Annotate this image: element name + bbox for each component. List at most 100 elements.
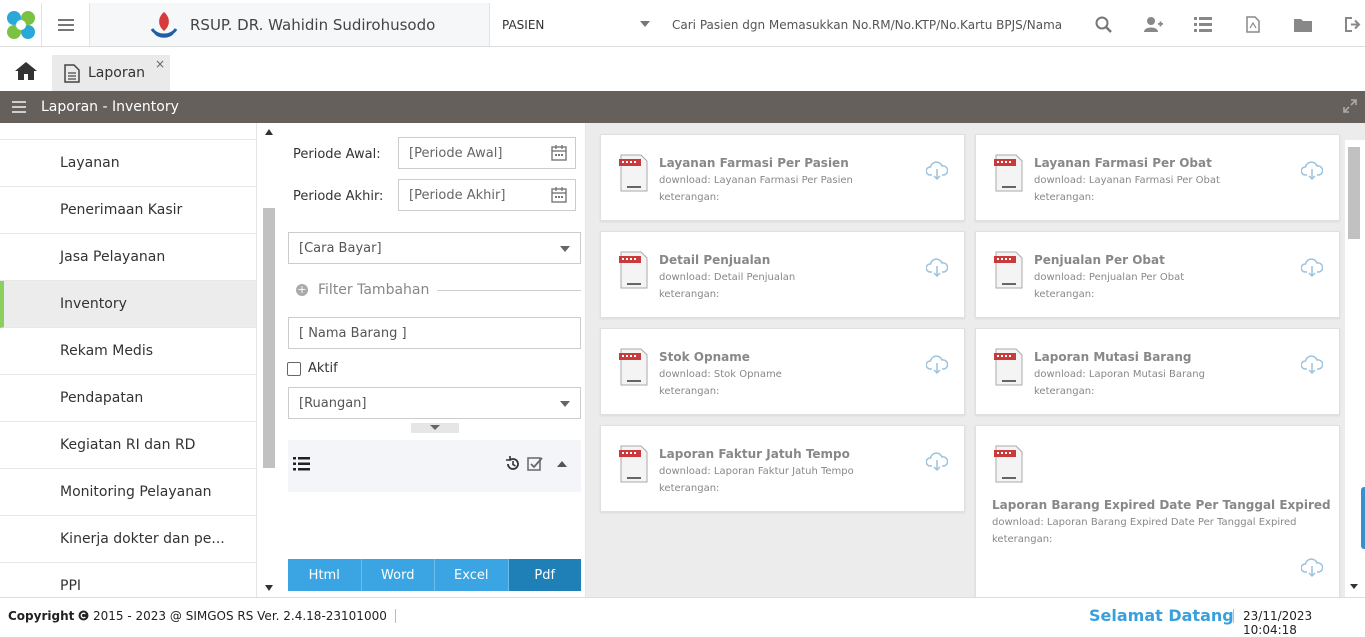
check-square-icon[interactable] [527, 456, 543, 472]
calendar-icon[interactable] [551, 145, 567, 161]
collapse-filter-toggle[interactable] [411, 423, 459, 433]
tab-laporan[interactable]: Laporan × [52, 55, 170, 91]
report-card[interactable]: Stok Opname download: Stok Opname ketera… [600, 328, 965, 415]
periode-awal-field[interactable]: [Periode Awal] [398, 137, 576, 169]
aktif-checkbox-row[interactable]: Aktif [287, 361, 338, 376]
export-pdf-button[interactable]: Pdf [508, 559, 581, 591]
export-html-button[interactable]: Html [288, 559, 362, 591]
calendar-icon[interactable] [551, 187, 567, 203]
report-card[interactable]: Penjualan Per Obat download: Penjualan P… [975, 231, 1340, 318]
report-card[interactable]: Laporan Mutasi Barang download: Laporan … [975, 328, 1340, 415]
report-doc-icon [994, 445, 1023, 483]
ruangan-select[interactable]: [Ruangan] [288, 387, 581, 419]
periode-akhir-placeholder: [Periode Akhir] [409, 187, 506, 203]
periode-akhir-field[interactable]: [Periode Akhir] [398, 179, 576, 211]
aktif-checkbox[interactable] [287, 361, 301, 376]
search-button[interactable] [1078, 16, 1128, 33]
cara-bayar-select[interactable]: [Cara Bayar] [288, 232, 581, 264]
scroll-down-icon[interactable] [1350, 584, 1358, 589]
close-icon[interactable]: × [155, 57, 165, 71]
filter-tambahan-toggle[interactable]: + Filter Tambahan [296, 280, 581, 300]
sidebar-item-ppi[interactable]: PPI [0, 563, 256, 597]
hamburger-icon [57, 18, 74, 31]
sidebar-item-jasa-pelayanan[interactable]: Jasa Pelayanan [0, 234, 256, 281]
home-button[interactable] [14, 61, 38, 85]
report-card[interactable]: Laporan Faktur Jatuh Tempo download: Lap… [600, 425, 965, 512]
chevron-down-icon [640, 21, 650, 27]
sidebar-scrollbar[interactable] [257, 123, 281, 597]
ruangan-value: [Ruangan] [299, 395, 367, 411]
report-doc-icon [994, 154, 1023, 192]
logout-icon [1344, 17, 1360, 32]
add-patient-button[interactable] [1128, 16, 1178, 33]
cloud-download-icon[interactable] [926, 258, 948, 278]
report-download-text: download: Laporan Mutasi Barang [1034, 369, 1205, 380]
logout-button[interactable] [1328, 17, 1365, 32]
cloud-download-icon[interactable] [926, 355, 948, 375]
report-card[interactable]: Layanan Farmasi Per Pasien download: Lay… [600, 134, 965, 221]
cloud-download-icon[interactable] [1301, 258, 1323, 278]
side-edge-tab[interactable] [1361, 487, 1365, 549]
chevron-up-icon[interactable] [557, 461, 567, 467]
report-note: keterangan: [1034, 386, 1095, 397]
history-icon[interactable] [505, 456, 521, 472]
pdf-button[interactable] [1228, 16, 1278, 33]
list-view-button[interactable] [293, 456, 310, 475]
scrollbar-thumb[interactable] [263, 208, 275, 468]
page-title: Laporan - Inventory [41, 99, 179, 115]
sidebar-item-layanan[interactable]: Layanan [0, 140, 256, 187]
expand-button[interactable] [1343, 99, 1357, 117]
report-title: Laporan Faktur Jatuh Tempo [659, 447, 850, 461]
app-logo-icon [6, 10, 35, 39]
sidebar-item-penerimaan-kasir[interactable]: Penerimaan Kasir [0, 187, 256, 234]
sidebar-item-rekam-medis[interactable]: Rekam Medis [0, 328, 256, 375]
sidebar-item-kegiatan-ri-rd[interactable]: Kegiatan RI dan RD [0, 422, 256, 469]
cloud-download-icon[interactable] [1301, 161, 1323, 181]
app-logo[interactable] [0, 3, 42, 46]
report-title: Laporan Barang Expired Date Per Tanggal … [992, 498, 1331, 512]
cloud-download-icon[interactable] [1301, 558, 1323, 578]
cloud-download-icon[interactable] [926, 161, 948, 181]
report-note: keterangan: [659, 192, 720, 203]
hamburger-icon [12, 100, 26, 113]
welcome-marquee: Selamat Datang [1089, 606, 1234, 625]
folder-button[interactable] [1278, 17, 1328, 32]
nama-barang-input[interactable] [288, 317, 581, 349]
cloud-download-icon[interactable] [926, 452, 948, 472]
report-title: Layanan Farmasi Per Obat [1034, 156, 1212, 170]
module-select[interactable]: PASIEN [490, 3, 660, 46]
scrollbar-thumb[interactable] [1348, 147, 1360, 239]
report-card[interactable]: Laporan Barang Expired Date Per Tanggal … [975, 425, 1340, 597]
top-icon-toolbar [1078, 3, 1365, 46]
report-note: keterangan: [1034, 192, 1095, 203]
divider [1233, 609, 1234, 623]
sidebar-item-monitoring-pelayanan[interactable]: Monitoring Pelayanan [0, 469, 256, 516]
report-card[interactable]: Layanan Farmasi Per Obat download: Layan… [975, 134, 1340, 221]
expand-icon [1343, 99, 1357, 113]
cloud-download-icon[interactable] [1301, 355, 1323, 375]
export-excel-button[interactable]: Excel [435, 559, 509, 591]
sidebar-item-kinerja-dokter[interactable]: Kinerja dokter dan pe... [0, 516, 256, 563]
report-card[interactable]: Detail Penjualan download: Detail Penjua… [600, 231, 965, 318]
report-note: keterangan: [659, 386, 720, 397]
sidebar-item-inventory[interactable]: Inventory [0, 281, 256, 328]
report-doc-icon [994, 348, 1023, 386]
filter-action-toolbar [288, 440, 581, 492]
tab-bar: Laporan × [0, 47, 1365, 91]
plus-circle-icon: + [296, 283, 308, 296]
search-icon [1095, 16, 1112, 33]
scroll-down-icon[interactable] [265, 585, 273, 591]
cara-bayar-value: [Cara Bayar] [299, 240, 382, 256]
menu-toggle-button[interactable] [42, 3, 90, 46]
list-button[interactable] [1178, 17, 1228, 32]
scroll-up-icon[interactable] [265, 129, 273, 135]
report-title: Detail Penjualan [659, 253, 771, 267]
export-format-buttons: Html Word Excel Pdf [288, 559, 581, 591]
report-download-text: download: Layanan Farmasi Per Obat [1034, 175, 1220, 186]
module-select-value: PASIEN [502, 17, 545, 32]
sidebar-item-pendapatan[interactable]: Pendapatan [0, 375, 256, 422]
report-download-text: download: Laporan Barang Expired Date Pe… [992, 517, 1297, 528]
export-word-button[interactable]: Word [361, 559, 435, 591]
panel-menu-button[interactable] [12, 98, 32, 117]
patient-search-input[interactable] [662, 10, 1072, 40]
